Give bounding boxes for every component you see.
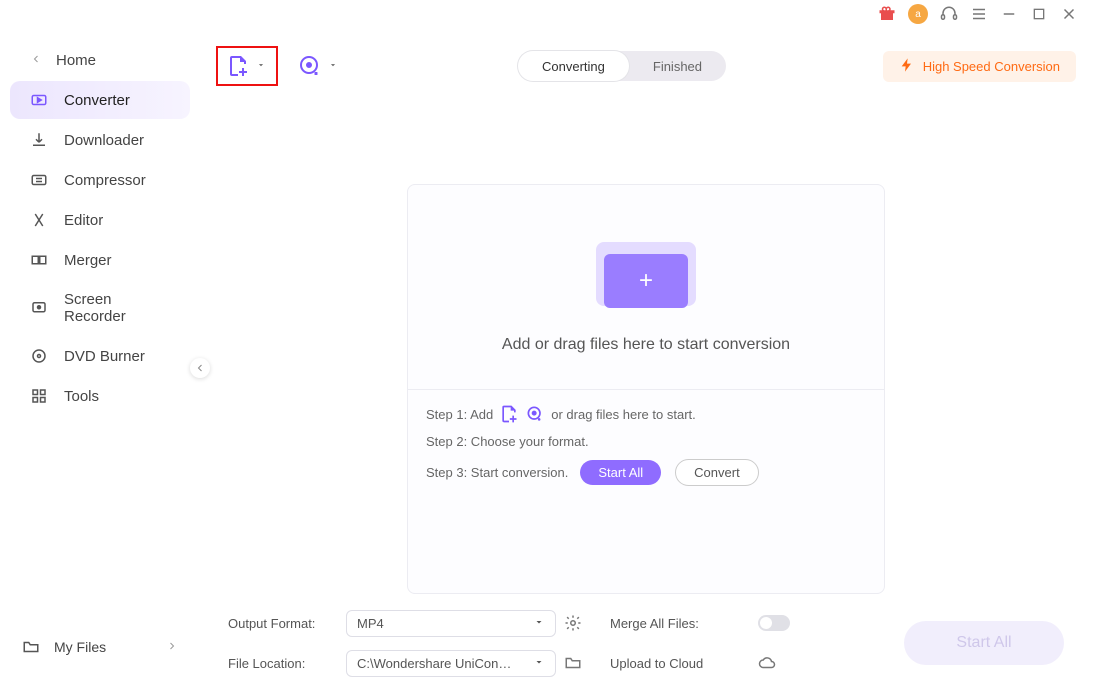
drop-headline: Add or drag files here to start conversi… — [502, 336, 790, 354]
file-location-label: File Location: — [228, 656, 338, 671]
editor-icon — [30, 211, 48, 229]
lightning-icon — [899, 57, 915, 76]
hamburger-menu-icon[interactable] — [970, 5, 988, 23]
tab-converting[interactable]: Converting — [518, 51, 629, 81]
toolbar: Converting Finished High Speed Conversio… — [210, 28, 1082, 94]
file-location-select[interactable]: C:\Wondershare UniConverter 1 — [346, 650, 556, 677]
sidebar-item-editor[interactable]: Editor — [10, 201, 190, 239]
step2-text: Step 2: Choose your format. — [426, 434, 589, 449]
download-icon — [30, 131, 48, 149]
tab-converting-label: Converting — [542, 59, 605, 74]
add-file-button[interactable] — [216, 46, 278, 86]
drop-card: + Add or drag files here to start conver… — [407, 184, 885, 594]
chevron-down-icon — [328, 57, 338, 75]
nav-home[interactable]: Home — [10, 42, 190, 79]
avatar[interactable]: a — [908, 4, 928, 24]
drop-zone[interactable]: + Add or drag files here to start conver… — [408, 185, 884, 389]
merge-label: Merge All Files: — [610, 616, 750, 631]
file-add-icon — [499, 404, 519, 424]
file-add-icon — [226, 54, 250, 78]
start-all-button[interactable]: Start All — [904, 621, 1064, 665]
convert-pill-button[interactable]: Convert — [675, 459, 759, 486]
step1-pre: Step 1: Add — [426, 407, 493, 422]
nav-home-label: Home — [56, 52, 96, 69]
close-icon[interactable] — [1060, 5, 1078, 23]
chevron-down-icon — [533, 656, 545, 671]
chevron-down-icon — [533, 616, 545, 631]
sidebar-item-label: Editor — [64, 212, 103, 229]
tools-icon — [30, 387, 48, 405]
output-format-label: Output Format: — [228, 616, 338, 631]
sidebar-item-label: Compressor — [64, 172, 146, 189]
titlebar: a — [0, 0, 1096, 28]
open-folder-icon[interactable] — [564, 654, 582, 672]
dvd-icon — [30, 347, 48, 365]
step-2: Step 2: Choose your format. — [426, 434, 866, 449]
folder-icon — [22, 638, 40, 656]
sidebar-item-screen-recorder[interactable]: Screen Recorder — [10, 281, 190, 335]
sidebar-item-converter[interactable]: Converter — [10, 81, 190, 119]
status-tabs: Converting Finished — [518, 51, 726, 81]
sidebar-item-dvd-burner[interactable]: DVD Burner — [10, 337, 190, 375]
avatar-initial: a — [915, 9, 921, 20]
step1-post: or drag files here to start. — [551, 407, 696, 422]
sidebar-item-label: DVD Burner — [64, 348, 145, 365]
sidebar-item-label: Merger — [64, 252, 112, 269]
maximize-icon[interactable] — [1030, 5, 1048, 23]
cloud-icon[interactable] — [758, 654, 776, 672]
my-files-button[interactable]: My Files — [10, 628, 190, 666]
sidebar-item-downloader[interactable]: Downloader — [10, 121, 190, 159]
sidebar-item-compressor[interactable]: Compressor — [10, 161, 190, 199]
sidebar-item-tools[interactable]: Tools — [10, 377, 190, 415]
disc-add-icon — [298, 54, 322, 78]
sidebar-item-label: Downloader — [64, 132, 144, 149]
my-files-label: My Files — [54, 639, 106, 655]
add-disc-button[interactable] — [298, 54, 338, 78]
high-speed-label: High Speed Conversion — [923, 59, 1060, 74]
sidebar: Home Converter Downloader Compressor Edi… — [0, 28, 200, 680]
step-3: Step 3: Start conversion. Start All Conv… — [426, 459, 866, 486]
tab-finished-label: Finished — [653, 59, 702, 74]
content-area: + Add or drag files here to start conver… — [210, 94, 1082, 594]
compressor-icon — [30, 171, 48, 189]
steps: Step 1: Add or drag files here to start.… — [408, 389, 884, 512]
high-speed-conversion-button[interactable]: High Speed Conversion — [883, 51, 1076, 82]
main-panel: Converting Finished High Speed Conversio… — [200, 28, 1096, 680]
sidebar-item-label: Screen Recorder — [64, 291, 170, 325]
support-icon[interactable] — [940, 5, 958, 23]
minimize-icon[interactable] — [1000, 5, 1018, 23]
converter-icon — [30, 91, 48, 109]
sidebar-item-merger[interactable]: Merger — [10, 241, 190, 279]
gift-icon[interactable] — [878, 5, 896, 23]
chevron-down-icon — [256, 57, 266, 75]
merge-toggle[interactable] — [758, 615, 790, 631]
start-all-pill-button[interactable]: Start All — [580, 460, 661, 485]
chevron-left-icon — [30, 52, 40, 69]
output-format-value: MP4 — [357, 616, 384, 631]
tab-finished[interactable]: Finished — [629, 51, 726, 81]
chevron-right-icon — [166, 639, 178, 655]
file-location-value: C:\Wondershare UniConverter 1 — [357, 656, 517, 671]
output-format-select[interactable]: MP4 — [346, 610, 556, 637]
step3-text: Step 3: Start conversion. — [426, 465, 568, 480]
screen-recorder-icon — [30, 299, 48, 317]
footer: Output Format: MP4 Merge All Files: Star… — [210, 594, 1082, 680]
disc-add-icon — [525, 404, 545, 424]
merger-icon — [30, 251, 48, 269]
plus-icon: + — [639, 267, 653, 295]
step-1: Step 1: Add or drag files here to start. — [426, 404, 866, 424]
add-folder-illustration: + — [586, 236, 706, 314]
sidebar-item-label: Tools — [64, 388, 99, 405]
sidebar-item-label: Converter — [64, 92, 130, 109]
sidebar-collapse-handle[interactable] — [190, 358, 210, 378]
upload-cloud-label: Upload to Cloud — [610, 656, 750, 671]
settings-gear-icon[interactable] — [564, 614, 582, 632]
